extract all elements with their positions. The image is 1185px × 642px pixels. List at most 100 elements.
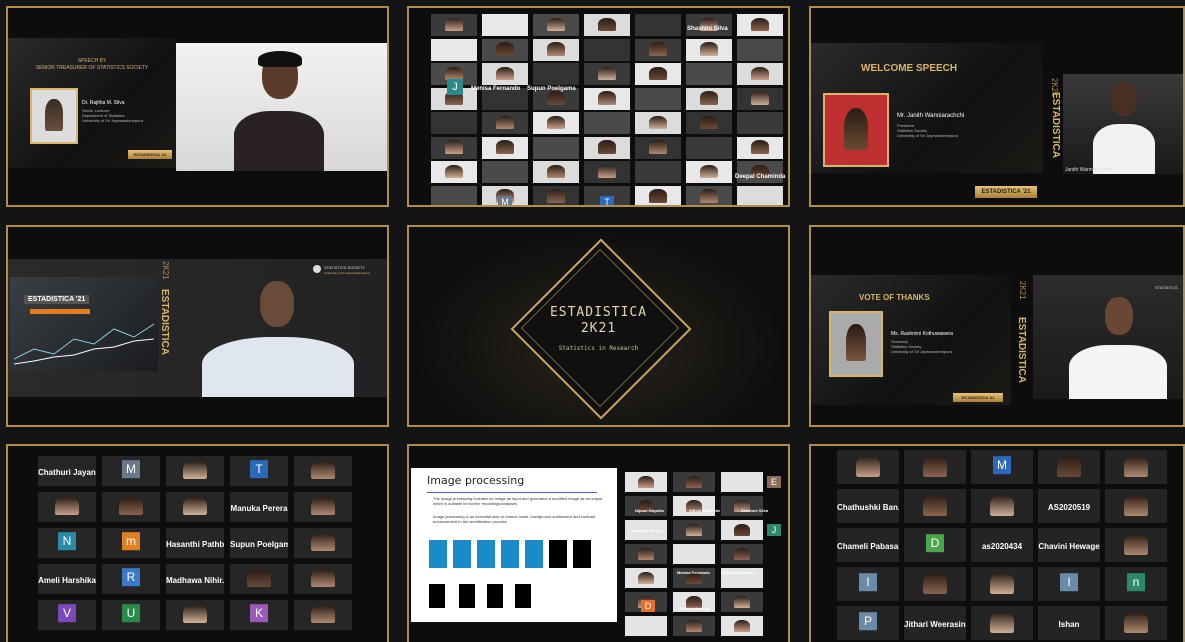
- participant-tile[interactable]: [625, 496, 667, 516]
- participant-tile[interactable]: [721, 520, 763, 540]
- participant-tile[interactable]: [533, 112, 579, 134]
- participant-tile[interactable]: P: [837, 606, 899, 640]
- participant-tile[interactable]: [625, 568, 667, 588]
- participant-tile[interactable]: [737, 63, 783, 85]
- video-panel-gallery-3[interactable]: M Chathushki Ban... AS2020519 Chameli Pabas…: [809, 444, 1185, 642]
- participant-tile[interactable]: [294, 492, 352, 522]
- participant-tile[interactable]: [1105, 528, 1167, 562]
- participant-tile[interactable]: [294, 600, 352, 630]
- participant-tile[interactable]: [904, 567, 966, 601]
- participant-tile[interactable]: [686, 63, 732, 85]
- participant-tile[interactable]: [482, 38, 528, 61]
- participant-tile[interactable]: [166, 492, 224, 522]
- participant-tile[interactable]: Supun Poelgama: [230, 528, 288, 558]
- participant-tile[interactable]: M: [971, 450, 1033, 484]
- participant-tile[interactable]: [431, 112, 477, 134]
- participant-tile[interactable]: [673, 472, 715, 492]
- participant-tile[interactable]: Manuka Perera: [230, 492, 288, 522]
- participant-tile[interactable]: [533, 185, 579, 205]
- video-panel-presenter[interactable]: ESTADISTICA '21 2K21 ESTADISTICA STATIST…: [6, 225, 389, 427]
- participant-tile[interactable]: [1105, 606, 1167, 640]
- participant-tile[interactable]: [686, 87, 732, 110]
- participant-tile[interactable]: Hasanthi Pathb...: [166, 528, 224, 558]
- video-panel-senior-treasurer[interactable]: SPEECH BY SENIOR TREASURER OF STATISTICS…: [6, 6, 389, 207]
- video-panel-screen-share[interactable]: Image processing The image processing in…: [407, 444, 790, 642]
- participant-tile[interactable]: [102, 492, 160, 522]
- participant-tile[interactable]: [904, 450, 966, 484]
- participant-tile[interactable]: [673, 496, 715, 516]
- participant-tile[interactable]: [584, 87, 630, 110]
- participant-tile[interactable]: Ameli Harshika: [38, 564, 96, 594]
- participant-tile[interactable]: [686, 185, 732, 205]
- participant-tile[interactable]: M: [102, 456, 160, 486]
- participant-tile[interactable]: [294, 528, 352, 558]
- participant-tile[interactable]: [635, 112, 681, 134]
- participant-tile[interactable]: [584, 14, 630, 36]
- participant-tile[interactable]: Chathushki Ban...: [837, 489, 899, 523]
- participant-tile[interactable]: [635, 63, 681, 85]
- participant-tile[interactable]: [721, 616, 763, 636]
- participant-tile[interactable]: U: [102, 600, 160, 630]
- participant-tile[interactable]: [686, 38, 732, 61]
- participant-tile[interactable]: [166, 600, 224, 630]
- participant-tile[interactable]: [1105, 450, 1167, 484]
- participant-tile[interactable]: N: [38, 528, 96, 558]
- participant-tile[interactable]: [721, 592, 763, 612]
- participant-tile[interactable]: [431, 136, 477, 159]
- participant-tile[interactable]: [166, 456, 224, 486]
- participant-tile[interactable]: I: [837, 567, 899, 601]
- participant-tile[interactable]: [737, 14, 783, 36]
- participant-tile[interactable]: V: [38, 600, 96, 630]
- participant-tile[interactable]: [673, 544, 715, 564]
- participant-tile[interactable]: Chavini Hewage: [1038, 528, 1100, 562]
- participant-tile[interactable]: [431, 185, 477, 205]
- video-panel-welcome-speech[interactable]: WELCOME SPEECH Mr. Janith Wanniarachchi …: [809, 6, 1185, 207]
- participant-tile[interactable]: [737, 136, 783, 159]
- participant-tile[interactable]: [635, 14, 681, 36]
- participant-tile[interactable]: [737, 112, 783, 134]
- participant-tile[interactable]: [584, 63, 630, 85]
- participant-tile[interactable]: [971, 567, 1033, 601]
- participant-tile[interactable]: [635, 136, 681, 159]
- participant-tile[interactable]: [294, 456, 352, 486]
- participant-tile[interactable]: K: [230, 600, 288, 630]
- participant-tile[interactable]: [737, 185, 783, 205]
- participant-tile[interactable]: [294, 564, 352, 594]
- participant-tile[interactable]: [533, 63, 579, 85]
- participant-tile[interactable]: Chameli Pabasara: [837, 528, 899, 562]
- participant-tile[interactable]: [38, 492, 96, 522]
- participant-tile[interactable]: [533, 38, 579, 61]
- video-panel-gallery-1[interactable]: Shashini Silva Menisa Fernando Supun Poe…: [407, 6, 790, 207]
- participant-tile[interactable]: [625, 544, 667, 564]
- participant-tile[interactable]: [673, 616, 715, 636]
- video-panel-gallery-2[interactable]: Chathuri Jayani... M T Manuka Perera Nm Hasan…: [6, 444, 389, 642]
- participant-tile[interactable]: Jithari Weerasin...: [904, 606, 966, 640]
- participant-tile[interactable]: [721, 544, 763, 564]
- participant-tile[interactable]: [533, 136, 579, 159]
- participant-tile[interactable]: [635, 185, 681, 205]
- participant-tile[interactable]: [1038, 450, 1100, 484]
- participant-tile[interactable]: AS2020519: [1038, 489, 1100, 523]
- participant-tile[interactable]: [584, 136, 630, 159]
- video-panel-vote-of-thanks[interactable]: VOTE OF THANKS Ms. Rashmini Kothuwawera …: [809, 225, 1185, 427]
- participant-tile[interactable]: m: [102, 528, 160, 558]
- participant-tile[interactable]: [686, 136, 732, 159]
- participant-tile[interactable]: [584, 161, 630, 183]
- participant-tile[interactable]: [625, 616, 667, 636]
- participant-tile[interactable]: [431, 14, 477, 36]
- participant-tile[interactable]: [686, 14, 732, 36]
- participant-tile[interactable]: [635, 87, 681, 110]
- participant-tile[interactable]: [686, 161, 732, 183]
- participant-tile[interactable]: [971, 606, 1033, 640]
- participant-tile[interactable]: [230, 564, 288, 594]
- video-panel-title-slide[interactable]: ESTADISTICA 2K21 Statistics in Research: [407, 225, 790, 427]
- participant-tile[interactable]: [837, 450, 899, 484]
- participant-tile[interactable]: [737, 87, 783, 110]
- participant-tile[interactable]: [971, 489, 1033, 523]
- participant-tile[interactable]: [584, 38, 630, 61]
- participant-tile[interactable]: [482, 112, 528, 134]
- participant-tile[interactable]: [533, 14, 579, 36]
- participant-tile[interactable]: D: [904, 528, 966, 562]
- participant-tile[interactable]: [584, 112, 630, 134]
- participant-tile[interactable]: [686, 112, 732, 134]
